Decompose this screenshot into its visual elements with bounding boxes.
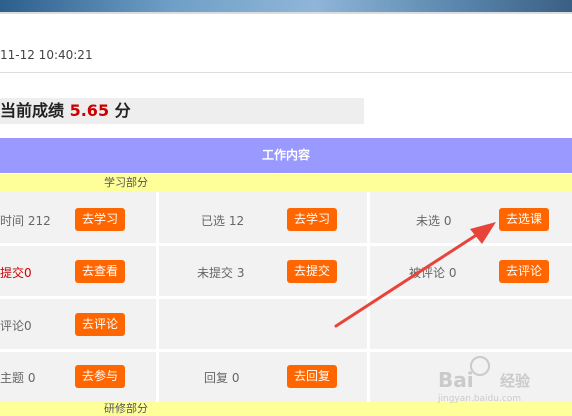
go-comment-button[interactable]: 去评论	[499, 260, 549, 283]
divider	[0, 72, 572, 73]
section-training: 研修部分	[0, 402, 572, 416]
watermark-url: jingyan.baidu.com	[438, 394, 522, 404]
last-login-datetime: 11-12 10:40:21	[0, 48, 93, 62]
go-participate-button[interactable]: 去参与	[75, 365, 125, 388]
section-label: 学习部分	[104, 176, 148, 189]
score-prefix: 当前成绩	[0, 101, 65, 120]
banner-divider	[0, 12, 572, 14]
comments-label: 评论0	[0, 319, 32, 333]
study-time-label: 时间 212	[0, 214, 51, 228]
commented-label: 被评论 0	[409, 266, 457, 280]
section-study: 学习部分	[0, 174, 572, 192]
score-value: 5.65	[69, 101, 110, 120]
submitted-label: 提交0	[0, 266, 32, 280]
section-label: 研修部分	[104, 402, 148, 415]
go-comment-button[interactable]: 去评论	[75, 313, 125, 336]
select-course-button[interactable]: 去选课	[499, 208, 549, 231]
go-reply-button[interactable]: 去回复	[287, 365, 337, 388]
watermark-brand: Bai	[438, 368, 474, 392]
selected-courses-label: 已选 12	[201, 214, 245, 228]
reply-label: 回复 0	[204, 371, 240, 385]
row-divider	[0, 349, 572, 352]
go-submit-button[interactable]: 去提交	[287, 260, 337, 283]
row-divider	[0, 243, 572, 246]
topic-label: 主题 0	[0, 371, 36, 385]
current-score-bar: 当前成绩 5.65 分	[0, 98, 364, 124]
go-study-button[interactable]: 去学习	[75, 208, 125, 231]
watermark-suffix: 经验	[500, 372, 531, 390]
top-banner	[0, 0, 572, 12]
go-study-button[interactable]: 去学习	[287, 208, 337, 231]
score-unit: 分	[114, 101, 131, 120]
go-view-button[interactable]: 去查看	[75, 260, 125, 283]
not-submitted-label: 未提交 3	[197, 266, 245, 280]
baidu-jingyan-watermark: Bai 经验 jingyan.baidu.com	[438, 354, 566, 404]
row-divider	[0, 296, 572, 299]
unselected-courses-label: 未选 0	[416, 214, 452, 228]
work-content-header: 工作内容	[0, 138, 572, 173]
